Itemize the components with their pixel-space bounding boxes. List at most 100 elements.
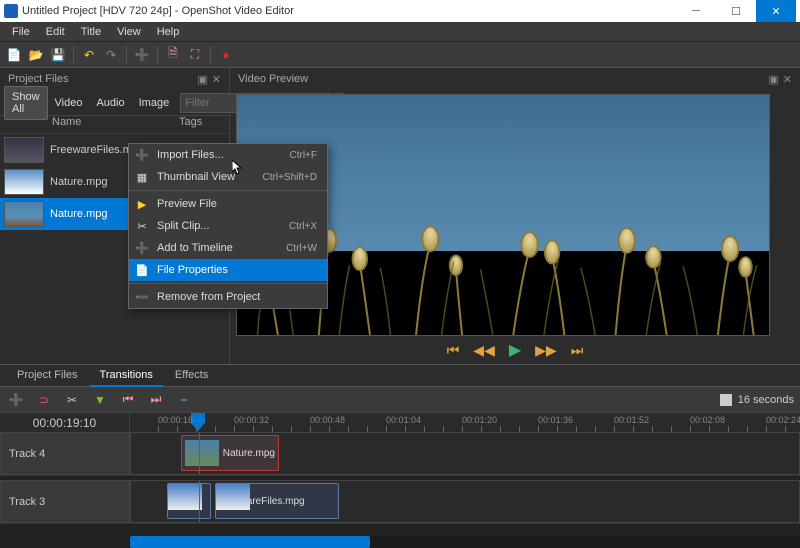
menubar: File Edit Title View Help [0,22,800,42]
plus-icon: ➕ [135,149,149,162]
playhead-line [199,481,200,522]
timeline-clip[interactable]: Nature.mpg [181,435,279,471]
add-track-button[interactable]: ➕ [6,390,26,410]
import-files-button[interactable]: ➕ [132,45,152,65]
ruler-tick: 00:01:52 [614,415,649,425]
timeline-clip[interactable]: FreewareFiles.mpg [215,483,339,519]
playhead-icon[interactable] [191,413,205,431]
playhead-line [199,433,200,474]
ctx-thumbnail-view[interactable]: ▦ Thumbnail View Ctrl+Shift+D [129,166,327,188]
menu-view[interactable]: View [109,24,149,40]
app-icon [4,4,18,18]
open-project-button[interactable]: 📂 [26,45,46,65]
menu-edit[interactable]: Edit [38,24,73,40]
ctx-add-to-timeline[interactable]: ➕ Add to Timeline Ctrl+W [129,237,327,259]
ctx-import-files[interactable]: ➕ Import Files... Ctrl+F [129,144,327,166]
cursor-icon [232,160,244,176]
project-files-panel: Project Files ▣ ✕ Show All Video Audio Im… [0,68,230,364]
ruler-tick: 00:00:16 [158,415,193,425]
track-row: Track 4 Nature.mpg [0,432,800,476]
track-lane[interactable]: Nature.mpg [130,432,800,475]
ctx-remove-from-project[interactable]: ➖ Remove from Project [129,286,327,308]
track-label[interactable]: Track 3 [0,480,130,523]
col-header-name[interactable]: Name [48,116,179,133]
profile-button[interactable]: 🗎 [163,45,183,65]
rewind-button[interactable]: ◀◀ [473,342,495,359]
undo-button[interactable]: ↶ [79,45,99,65]
close-panel-icon[interactable]: ✕ [783,73,792,86]
scrollbar-thumb[interactable] [130,536,370,548]
ruler-tick: 00:02:08 [690,415,725,425]
playhead-time: 00:00:19:10 [0,413,130,432]
close-panel-icon[interactable]: ✕ [212,73,221,86]
ruler-tick: 00:01:04 [386,415,421,425]
redo-button[interactable]: ↷ [101,45,121,65]
center-playhead-button[interactable]: ⎯ [174,390,194,410]
ctx-split-clip[interactable]: ✂ Split Clip... Ctrl+X [129,215,327,237]
new-project-button[interactable]: 📄 [4,45,24,65]
ctx-file-properties[interactable]: 📄 File Properties [129,259,327,281]
scissors-icon: ✂ [135,220,149,233]
menu-help[interactable]: Help [149,24,188,40]
undock-icon[interactable]: ▣ [768,73,778,86]
ruler-tick: 00:00:32 [234,415,269,425]
ctx-separator [129,190,327,191]
menu-file[interactable]: File [4,24,38,40]
file-thumb-icon [4,169,44,195]
col-header-tags[interactable]: Tags [179,116,229,133]
minimize-button[interactable]: ─ [676,0,716,22]
zoom-handle-icon[interactable] [720,394,732,406]
razor-button[interactable]: ✂ [62,390,82,410]
file-thumb-icon [4,137,44,163]
window-titlebar: Untitled Project [HDV 720 24p] - OpenSho… [0,0,800,22]
toolbar-sep [73,47,74,63]
tab-effects[interactable]: Effects [164,364,219,387]
bottom-tabs: Project Files Transitions Effects [0,364,800,386]
play-button[interactable]: ▶ [509,340,521,360]
close-window-button[interactable]: ✕ [756,0,796,22]
forward-button[interactable]: ▶▶ [535,342,557,359]
filter-tab-video[interactable]: Video [48,93,90,113]
next-marker-button[interactable]: ⏭ [146,390,166,410]
track-label[interactable]: Track 4 [0,432,130,475]
maximize-button[interactable]: ☐ [716,0,756,22]
track-lane[interactable]: FreewareFiles.mpg [130,480,800,523]
toolbar-sep [126,47,127,63]
video-preview-title: Video Preview [238,73,308,85]
jump-end-button[interactable]: ⏭ [571,342,584,359]
save-project-button[interactable]: 💾 [48,45,68,65]
tab-transitions[interactable]: Transitions [89,364,164,387]
grid-icon: ▦ [135,171,149,184]
minus-icon: ➖ [135,291,149,304]
ruler-tick: 00:00:48 [310,415,345,425]
timeline-ruler-row: 00:00:19:10 00:00:1600:00:3200:00:4800:0… [0,412,800,432]
jump-start-button[interactable]: ⏮ [447,342,460,359]
filter-tab-image[interactable]: Image [132,93,177,113]
project-files-title: Project Files [8,73,69,85]
snap-button[interactable]: ⊃ [34,390,54,410]
export-button[interactable]: ● [216,45,236,65]
timeline-toolbar: ➕ ⊃ ✂ ▼ ⏮ ⏭ ⎯ 16 seconds [0,386,800,412]
file-name: Nature.mpg [50,176,107,188]
timeline-duration: 16 seconds [738,394,794,406]
main-toolbar: 📄 📂 💾 ↶ ↷ ➕ 🗎 ⛶ ● [0,42,800,68]
prev-marker-button[interactable]: ⏮ [118,390,138,410]
filter-tab-audio[interactable]: Audio [89,93,131,113]
plus-icon: ➕ [135,242,149,255]
timeline-tracks: Track 4 Nature.mpg Track 3 FreewareFiles… [0,432,800,548]
ctx-separator [129,283,327,284]
timeline-hscroll[interactable] [130,536,800,548]
timeline-ruler[interactable]: 00:00:16 00:00:32 00:00:48 00:01:04 00:01:20… [130,413,800,432]
filter-tab-show-all[interactable]: Show All [4,86,48,120]
undock-icon[interactable]: ▣ [197,73,207,86]
ctx-preview-file[interactable]: ▶ Preview File [129,193,327,215]
tab-project-files[interactable]: Project Files [6,364,89,387]
ruler-tick: 00:02:24 [766,415,800,425]
fullscreen-button[interactable]: ⛶ [185,45,205,65]
menu-title[interactable]: Title [73,24,109,40]
ruler-tick: 00:01:20 [462,415,497,425]
window-title: Untitled Project [HDV 720 24p] - OpenSho… [22,5,294,17]
toolbar-sep [157,47,158,63]
marker-button[interactable]: ▼ [90,390,110,410]
timeline-clip[interactable] [167,483,211,519]
